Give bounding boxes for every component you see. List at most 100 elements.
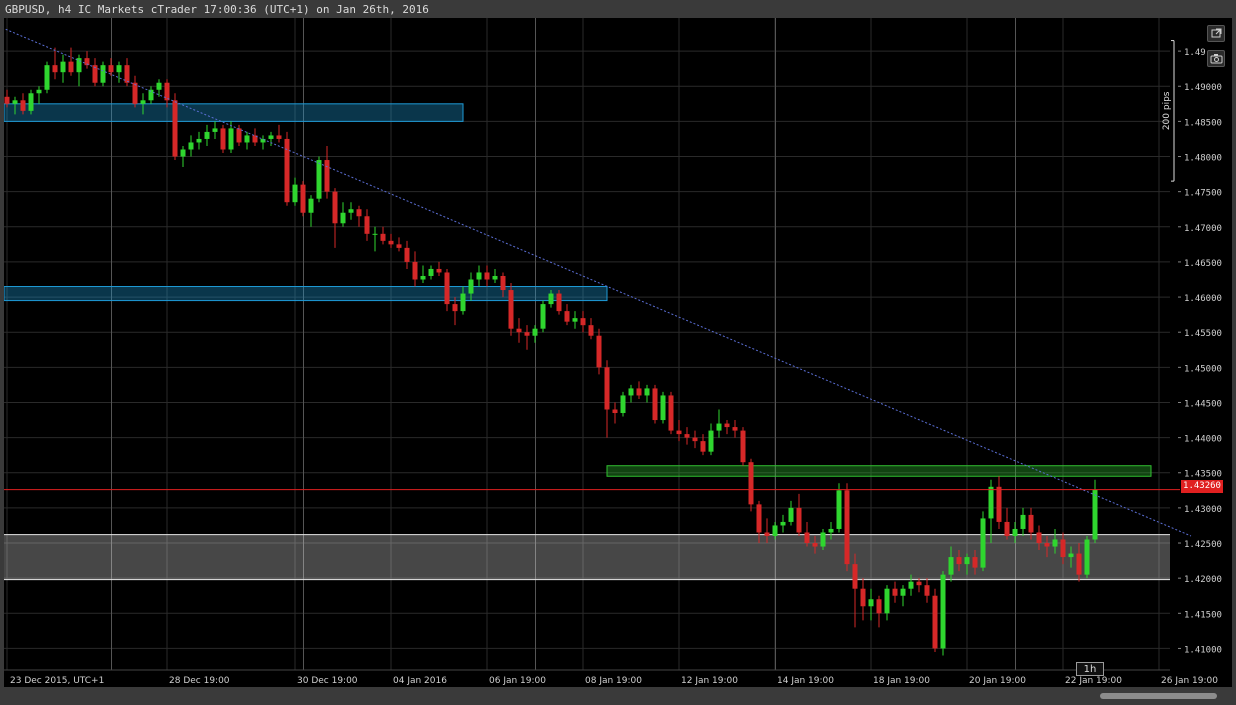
candle-body — [1012, 528, 1018, 536]
candle-body — [772, 525, 778, 536]
candle-body — [1044, 543, 1050, 547]
candle-body — [612, 409, 618, 414]
candle-body — [756, 504, 762, 533]
y-tick-label: 1.46500 — [1184, 259, 1222, 269]
camera-icon — [1210, 54, 1223, 64]
candle-body — [268, 135, 274, 139]
trendline — [4, 28, 1192, 537]
candle-body — [28, 93, 34, 111]
y-tick-label: 1.41000 — [1184, 645, 1222, 655]
x-tick-label: 14 Jan 19:00 — [777, 676, 834, 686]
candle-body — [300, 184, 306, 213]
candle-body — [716, 423, 722, 431]
x-tick-label: 06 Jan 19:00 — [489, 676, 546, 686]
candle-body — [1060, 539, 1066, 558]
candle-body — [524, 332, 530, 336]
x-tick-label: 08 Jan 19:00 — [585, 676, 642, 686]
candle-body — [908, 581, 914, 589]
candle-body — [692, 437, 698, 442]
candle-body — [500, 275, 506, 291]
candle-body — [564, 311, 570, 322]
candle-body — [284, 138, 290, 203]
x-tick-label: 18 Jan 19:00 — [873, 676, 930, 686]
candle-body — [940, 574, 946, 649]
candle-body — [684, 434, 690, 438]
candle-body — [1068, 553, 1074, 558]
candle-body — [348, 209, 354, 213]
candle-body — [924, 585, 930, 596]
horizontal-scrollbar[interactable] — [4, 689, 1232, 703]
candle-body — [1084, 539, 1090, 575]
y-tick-label: 1.48500 — [1184, 118, 1222, 128]
candle-body — [156, 82, 162, 90]
candle-body — [116, 65, 122, 73]
candle-body — [316, 160, 322, 199]
pips-label: 200 pips — [1162, 91, 1172, 130]
detach-button[interactable] — [1207, 25, 1225, 42]
candle-body — [20, 100, 26, 111]
candle-body — [556, 293, 562, 312]
candle-body — [404, 247, 410, 262]
candle-body — [44, 65, 50, 90]
scrollbar-thumb[interactable] — [1100, 693, 1217, 699]
candlestick-chart[interactable]: 1.49 1.49000 1.48500 1.48000 1.47500 1.47000 1… — [4, 18, 1232, 687]
candle-body — [292, 184, 298, 203]
candle-body — [412, 261, 418, 280]
candle-body — [628, 388, 634, 396]
candle-body — [532, 328, 538, 336]
x-tick-label: 20 Jan 19:00 — [969, 676, 1026, 686]
candle-body — [236, 128, 242, 143]
current-price-tag: 1.43260 — [1181, 480, 1223, 493]
candle-body — [660, 395, 666, 421]
candle-body — [764, 532, 770, 536]
screenshot-button[interactable] — [1207, 50, 1225, 67]
candle-body — [444, 272, 450, 305]
candle-body — [1076, 553, 1082, 575]
candle-body — [308, 198, 314, 213]
candle-body — [460, 293, 466, 312]
y-tick-label: 1.45000 — [1184, 364, 1222, 374]
candle-body — [788, 507, 794, 522]
blue-zone — [4, 286, 608, 302]
candle-body — [332, 191, 338, 224]
y-tick-label: 1.43000 — [1184, 505, 1222, 515]
candle-body — [1020, 514, 1026, 529]
candle-body — [700, 441, 706, 452]
candle-body — [980, 518, 986, 568]
candle-body — [636, 388, 642, 396]
candle-body — [588, 325, 594, 336]
candle-body — [652, 388, 658, 421]
candle-body — [204, 131, 210, 139]
candle-body — [860, 588, 866, 607]
candle-body — [100, 65, 106, 83]
candle-body — [468, 279, 474, 294]
candle-body — [900, 588, 906, 596]
candle-body — [868, 599, 874, 607]
candle-body — [884, 588, 890, 614]
chart-area[interactable]: 1.49 1.49000 1.48500 1.48000 1.47500 1.47000 1… — [4, 18, 1232, 687]
candle-body — [780, 521, 786, 526]
candle-body — [604, 367, 610, 410]
candle-body — [804, 532, 810, 544]
y-tick-label: 1.47000 — [1184, 224, 1222, 234]
candle-body — [724, 423, 730, 428]
candle-body — [988, 486, 994, 519]
green-zone — [606, 465, 1152, 477]
timeframe-badge[interactable]: 1h — [1076, 662, 1104, 676]
x-tick-label: 04 Jan 2016 — [393, 676, 447, 686]
candle-body — [972, 557, 978, 568]
y-tick-label: 1.44500 — [1184, 399, 1222, 409]
candle-body — [508, 290, 514, 329]
candle-body — [548, 293, 554, 305]
candle-body — [108, 65, 114, 73]
candle-body — [796, 507, 802, 533]
x-tick-label: 28 Dec 19:00 — [169, 676, 230, 686]
y-tick-label: 1.46000 — [1184, 294, 1222, 304]
candle-body — [844, 490, 850, 565]
candle-body — [172, 100, 178, 157]
candle-body — [916, 581, 922, 586]
chart-window: GBPUSD, h4 IC Markets cTrader 17:00:36 (… — [0, 0, 1236, 705]
candle-body — [540, 304, 546, 329]
candle-body — [428, 268, 434, 276]
candle-body — [740, 430, 746, 463]
